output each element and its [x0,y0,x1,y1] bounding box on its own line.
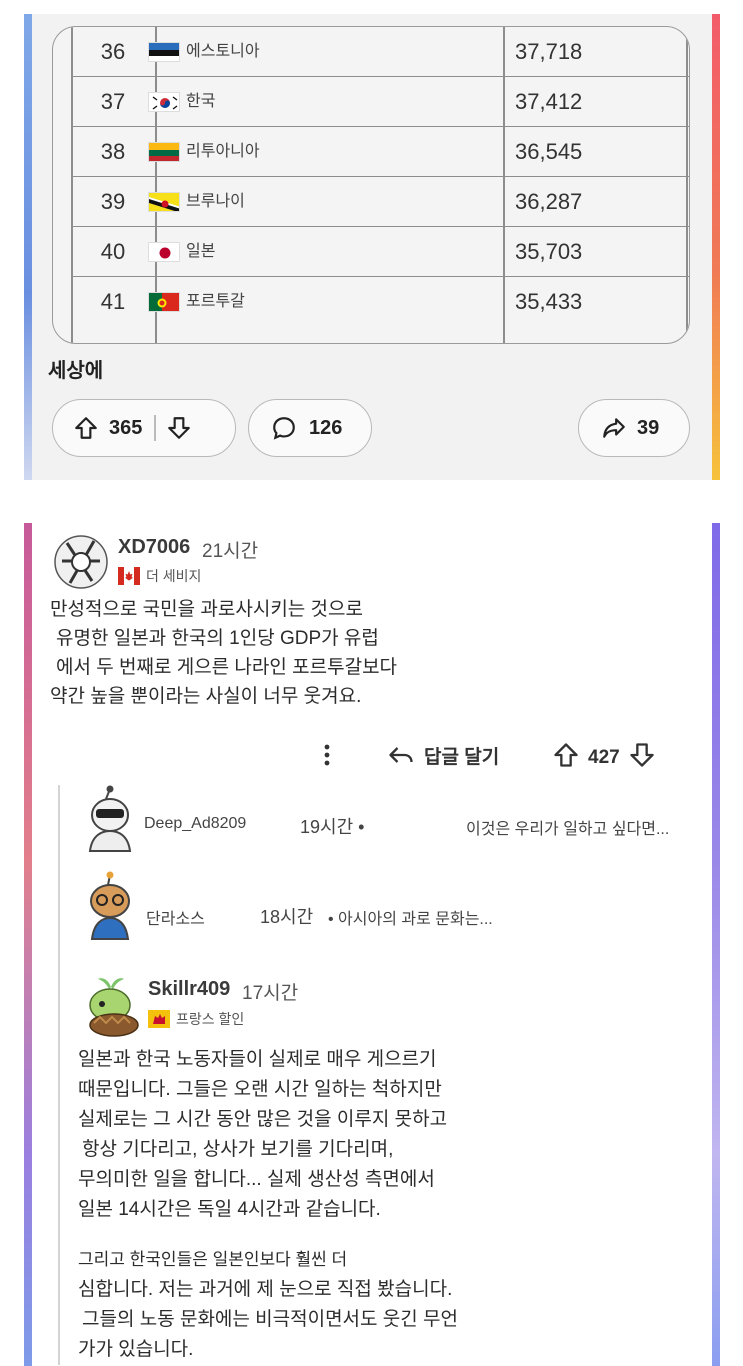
gdp-cell: 35,433 [515,289,583,314]
rank-cell: 40 [100,239,126,264]
gradient-edge-right [712,523,720,1366]
comment-line: 때문입니다. 그들은 오랜 시간 일하는 척하지만 [78,1079,442,1100]
upvote-arrow-icon[interactable] [552,741,580,775]
estonia-flag-icon [148,42,180,62]
rank-cell: 41 [100,289,126,314]
share-count: 39 [637,416,660,439]
collapsed-reply[interactable]: 단라소스 18시간 • 아시아의 과로 문화는... [24,905,720,929]
reply-arrow-icon [389,747,413,763]
country-cell: 한국 [186,93,216,110]
canada-flag-icon [118,567,140,585]
lion-flag-icon [148,1010,170,1028]
country-cell: 에스토니아 [186,43,260,60]
comment-vote-controls: 427 [552,741,656,775]
comment-count: 126 [309,416,343,439]
comments-button[interactable]: 126 [248,399,372,457]
reply-button[interactable]: 답글 달기 [386,741,499,769]
reply-preview: • 아시아의 과로 문화는... [328,911,493,928]
gradient-edge-left [24,14,32,480]
table-row: 41 포르투갈 35,433 [53,277,689,327]
comment-body: 그리고 한국인들은 일본인보다 훨씬 더 심합니다. 저는 과거에 제 눈으로 … [78,1245,458,1365]
post-body-text: 세상에 [48,360,104,382]
thread-line[interactable] [58,785,60,1365]
reply-username[interactable]: 단라소스 [146,905,205,929]
gdp-cell: 36,287 [515,189,583,214]
comment-line: 약간 높을 뿐이라는 사실이 너무 웃겨요. [50,686,362,707]
reply-preview: 이것은 우리가 일하고 싶다면... [466,821,670,838]
rank-cell: 36 [100,39,126,64]
comment-line: 무의미한 일을 합니다... 실제 생산성 측면에서 [78,1169,435,1190]
table-row: 36 에스토니아 37,718 [53,27,689,77]
rank-cell: 39 [100,189,126,214]
table-row: 38 리투아니아 36,545 [53,127,689,177]
table-row: 39 브루나이 36,287 [53,177,689,227]
gradient-edge-right [712,14,720,480]
comment-body: 일본과 한국 노동자들이 실제로 매우 게으르기 때문입니다. 그들은 오랜 시… [78,1045,447,1225]
comment-line: 심합니다. 저는 과거에 제 눈으로 직접 봤습니다. [78,1279,453,1300]
comment-line: 가가 있습니다. [78,1339,194,1360]
comment-line: 일본 14시간은 독일 4시간과 같습니다. [78,1199,381,1220]
comment-vote-count: 427 [588,747,620,768]
japan-flag-icon [148,242,180,262]
reply-timestamp: 19시간 • [300,817,365,837]
share-button[interactable]: 39 [578,399,690,457]
comments-panel: XD7006 21시간 더 세비지 만성적으로 국민을 과로사시키는 것으로 유… [24,523,720,1366]
brunei-flag-icon [148,192,180,212]
rank-cell: 37 [100,89,126,114]
gradient-edge-left [24,523,32,1366]
comment-line: 그들의 노동 문화에는 비극적이면서도 웃긴 무언 [82,1309,458,1330]
gdp-cell: 37,718 [515,39,583,64]
country-cell: 리투아니아 [186,143,260,160]
comment-line: 만성적으로 국민을 과로사시키는 것으로 [50,599,363,620]
country-cell: 포르투갈 [186,293,245,310]
country-cell: 브루나이 [186,193,245,210]
avatar[interactable] [80,973,142,1037]
share-arrow-icon [601,415,627,441]
country-cell: 일본 [186,243,216,260]
portugal-flag-icon [148,292,180,312]
comment-line: 에서 두 번째로 게으른 나라인 포르투갈보다 [56,657,398,678]
downvote-arrow-icon[interactable] [628,741,656,775]
rank-cell: 38 [100,139,126,164]
comment-body: 만성적으로 국민을 과로사시키는 것으로 유명한 일본과 한국의 1인당 GDP… [50,595,397,711]
user-flair: 프랑스 할인 [148,1009,244,1029]
korea-flag-icon [148,92,180,112]
reply-label: 답글 달기 [424,746,500,768]
comment-username[interactable]: Skillr409 [148,978,230,1001]
gdp-cell: 36,545 [515,139,583,164]
more-vertical-icon [324,744,330,766]
table-row: 37 한국 37,412 [53,77,689,127]
comment-timestamp: 17시간 [242,983,299,1004]
post-panel: 36 에스토니아 37,718 37 한국 37,412 38 리투아니아 36… [24,14,720,480]
downvote-arrow-icon[interactable] [166,415,192,441]
vote-separator [154,415,156,441]
comment-line: 일본과 한국 노동자들이 실제로 매우 게으르기 [78,1049,437,1070]
avatar[interactable] [52,531,110,593]
comment-timestamp: 21시간 [202,541,259,562]
flair-text: 더 세비지 [146,568,202,584]
gdp-table: 36 에스토니아 37,718 37 한국 37,412 38 리투아니아 36… [52,26,690,344]
gdp-cell: 35,703 [515,239,583,264]
comment-line: 실제로는 그 시간 동안 많은 것을 이루지 못하고 [78,1109,448,1130]
table-row: 40 일본 35,703 [53,227,689,277]
flair-text: 프랑스 할인 [176,1011,245,1027]
comment-line: 그리고 한국인들은 일본인보다 훨씬 더 [78,1250,348,1269]
comment-line: 유명한 일본과 한국의 1인당 GDP가 유럽 [56,628,379,649]
gdp-cell: 37,412 [515,89,583,114]
comment-username[interactable]: XD7006 [118,536,190,559]
vote-pill: 365 [52,399,236,457]
upvote-count: 365 [109,416,143,439]
comment-bubble-icon [271,415,297,441]
more-options-button[interactable] [320,741,334,769]
reply-username[interactable]: Deep_Ad8209 [144,815,246,833]
user-flair: 더 세비지 [118,566,201,586]
collapsed-reply[interactable]: Deep_Ad8209 19시간 • 이것은 우리가 일하고 싶다면... [24,815,720,839]
lithuania-flag-icon [148,142,180,162]
comment-line: 항상 기다리고, 상사가 보기를 기다리며, [82,1139,394,1160]
reply-timestamp: 18시간 [260,907,314,927]
upvote-arrow-icon[interactable] [73,415,99,441]
